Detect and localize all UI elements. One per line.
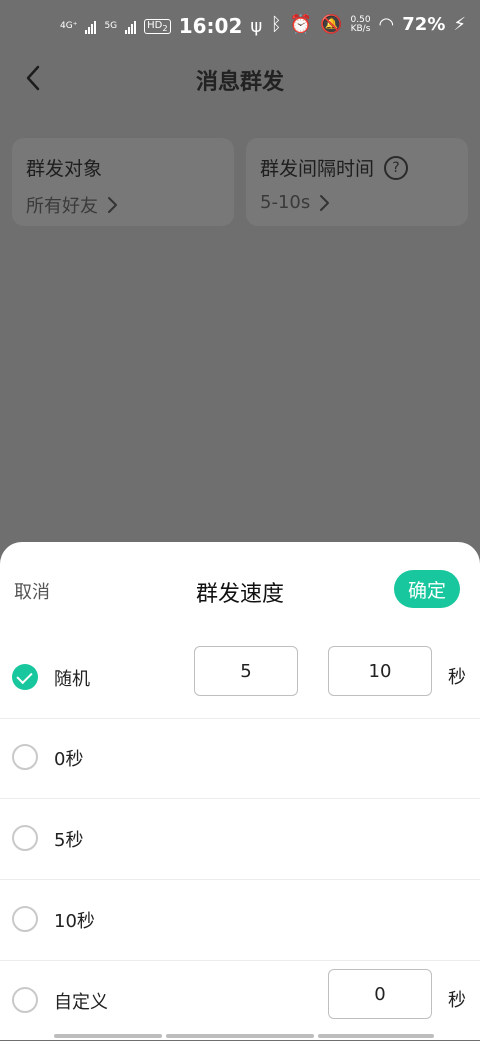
bluetooth-icon: ᛒ <box>270 14 282 35</box>
hd-badge: HD2 <box>144 18 171 34</box>
broadcast-interval-card[interactable]: 群发间隔时间 ? 5-10s <box>246 138 468 226</box>
scroll-indicator <box>0 1034 480 1040</box>
scroll-indicator-segment <box>54 1034 162 1038</box>
broadcast-interval-value: 5-10s <box>260 192 311 213</box>
signal-icon <box>85 18 97 34</box>
scroll-indicator-segment <box>318 1034 434 1038</box>
hd-sub-label: 2 <box>162 22 168 33</box>
status-bar: 4G⁺ 5G HD2 16:02 ψ ᛒ ⏰ 🔕 0.50 KB/s ◠ 72%… <box>0 0 480 54</box>
hd-label: HD <box>147 19 163 31</box>
broadcast-interval-label-row: 群发间隔时间 ? <box>260 154 409 181</box>
check-icon[interactable] <box>12 664 38 690</box>
sheet-header: 取消 群发速度 确定 <box>0 542 480 638</box>
custom-seconds-input[interactable]: 0 <box>328 969 432 1019</box>
clock: 16:02 <box>178 14 243 38</box>
option-label: 10秒 <box>54 911 95 932</box>
broadcast-interval-label: 群发间隔时间 <box>260 158 375 180</box>
alarm-icon: ⏰ <box>289 14 313 35</box>
usb-icon: ψ <box>250 15 263 37</box>
signal-icon-2 <box>125 18 137 34</box>
option-label: 0秒 <box>54 749 84 770</box>
broadcast-target-value: 所有好友 <box>26 196 98 217</box>
scroll-indicator-segment <box>166 1034 314 1038</box>
option-label: 随机 <box>54 669 90 690</box>
speed-bottom-sheet: 取消 群发速度 确定 随机 5 10 秒 0秒 5秒 10秒 自定义 0 秒 <box>0 542 480 1040</box>
radio-icon[interactable] <box>12 744 38 770</box>
option-random[interactable]: 随机 5 10 秒 <box>0 638 480 719</box>
radio-icon[interactable] <box>12 987 38 1013</box>
charging-icon: ⚡ <box>453 14 466 35</box>
net-speed-unit: KB/s <box>350 23 371 34</box>
radio-icon[interactable] <box>12 906 38 932</box>
page-header: 消息群发 <box>0 54 480 102</box>
option-0s[interactable]: 0秒 <box>0 718 480 799</box>
option-label: 自定义 <box>54 992 108 1013</box>
option-10s[interactable]: 10秒 <box>0 880 480 961</box>
unit-label: 秒 <box>448 667 466 688</box>
battery-level: 72% <box>402 14 446 35</box>
random-min-input[interactable]: 5 <box>194 646 298 696</box>
option-custom[interactable]: 自定义 0 秒 <box>0 961 480 1041</box>
option-label: 5秒 <box>54 830 84 851</box>
mute-icon: 🔕 <box>320 14 343 35</box>
network-4g-label: 4G⁺ <box>60 20 78 31</box>
option-5s[interactable]: 5秒 <box>0 799 480 880</box>
network-5g-label: 5G <box>104 20 118 31</box>
broadcast-target-card[interactable]: 群发对象 所有好友 <box>12 138 234 226</box>
help-icon[interactable]: ? <box>384 155 409 180</box>
confirm-button[interactable]: 确定 <box>394 570 460 608</box>
chevron-right-icon <box>108 197 117 213</box>
chevron-right-icon <box>320 194 330 211</box>
status-left: 4G⁺ 5G HD2 16:02 ψ <box>60 14 262 38</box>
radio-icon[interactable] <box>12 825 38 851</box>
wifi-icon: ◠ <box>378 14 395 35</box>
broadcast-interval-value-row: 5-10s <box>260 192 330 213</box>
status-right: ᛒ ⏰ 🔕 0.50 KB/s ◠ 72% ⚡ <box>271 14 466 35</box>
broadcast-target-label: 群发对象 <box>26 158 103 180</box>
unit-label: 秒 <box>448 990 466 1011</box>
page-title: 消息群发 <box>195 70 284 95</box>
net-speed: 0.50 KB/s <box>350 15 371 34</box>
random-max-input[interactable]: 10 <box>328 646 432 696</box>
broadcast-target-value-row: 所有好友 <box>26 192 118 218</box>
